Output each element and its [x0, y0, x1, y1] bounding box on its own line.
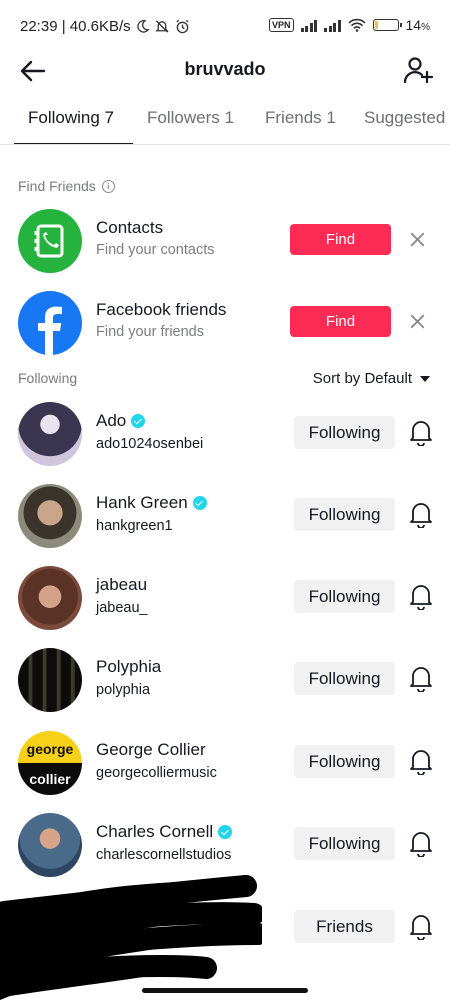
user-name: George Collier — [96, 740, 206, 760]
signal-icon-2 — [324, 19, 341, 32]
sort-label: Sort by Default — [312, 370, 412, 387]
bell-icon[interactable] — [408, 912, 434, 940]
following-button[interactable]: Following — [294, 416, 395, 449]
friends-button[interactable]: Friends — [294, 910, 395, 943]
user-name-text: Charles Cornell — [96, 822, 214, 841]
verified-badge-icon — [192, 496, 207, 510]
user-name: Ado — [96, 411, 146, 431]
mute-icon — [154, 20, 169, 33]
find-friends-text: Find Friends — [18, 178, 96, 194]
user-name: Charles Cornell — [96, 822, 233, 842]
avatar[interactable] — [18, 648, 82, 712]
user-name: Hank Green — [96, 493, 207, 513]
avatar[interactable]: george collier — [18, 731, 82, 795]
top-header: bruvvado — [0, 52, 450, 88]
contacts-icon — [18, 209, 82, 273]
verified-badge-icon — [131, 414, 146, 428]
bell-icon[interactable] — [408, 747, 434, 775]
user-handle: georgecolliermusic — [96, 765, 217, 781]
status-right: VPN 14% — [269, 17, 430, 33]
caret-down-icon — [420, 375, 430, 382]
find-friends-label: Find Friends i — [18, 178, 115, 194]
following-button[interactable]: Following — [294, 745, 395, 778]
user-handle: charlescornellstudios — [96, 847, 232, 863]
facebook-subtitle: Find your friends — [96, 324, 204, 340]
following-row-polyphia[interactable]: Polyphia polyphia Following — [0, 645, 450, 715]
user-name: Polyphia — [96, 657, 161, 677]
battery-fill — [374, 21, 378, 29]
add-user-icon[interactable] — [402, 54, 434, 86]
following-button[interactable]: Following — [294, 662, 395, 695]
user-name-text: jabeau — [96, 575, 148, 594]
close-icon[interactable] — [408, 230, 427, 249]
tab-followers[interactable]: Followers 1 — [147, 108, 234, 128]
user-handle: hankgreen1 — [96, 518, 173, 534]
following-button[interactable]: Following — [294, 827, 395, 860]
avatar-text-top: george — [26, 741, 74, 757]
following-row-ado[interactable]: Ado ado1024osenbei Following — [0, 399, 450, 469]
bell-icon[interactable] — [408, 829, 434, 857]
verified-badge-icon — [218, 825, 233, 839]
find-facebook-row[interactable]: Facebook friends Find your friends Find — [0, 288, 450, 358]
battery-percent-unit: % — [421, 22, 430, 33]
home-indicator[interactable] — [142, 988, 308, 993]
avatar[interactable] — [18, 402, 82, 466]
user-name: jabeau — [96, 575, 147, 595]
user-name-text: George Collier — [96, 740, 206, 759]
page-title: bruvvado — [184, 59, 266, 79]
following-row-charles-cornell[interactable]: Charles Cornell charlescornellstudios Fo… — [0, 810, 450, 880]
user-name-text: Polyphia — [96, 657, 162, 676]
tab-friends[interactable]: Friends 1 — [265, 108, 336, 128]
find-facebook-button[interactable]: Find — [290, 306, 391, 337]
user-name-text: Ado — [96, 411, 127, 430]
find-contacts-row[interactable]: Contacts Find your contacts Find — [0, 206, 450, 276]
user-handle: ado1024osenbei — [96, 436, 204, 452]
sort-dropdown[interactable]: Sort by Default — [313, 370, 430, 387]
redaction-scribble — [0, 875, 262, 1000]
following-section-label: Following — [18, 370, 78, 386]
active-tab-indicator — [14, 142, 133, 144]
alarm-icon — [176, 19, 189, 34]
bell-icon[interactable] — [408, 664, 434, 692]
user-handle: polyphia — [96, 682, 151, 698]
avatar-text-bottom: collier — [29, 771, 71, 787]
vpn-badge: VPN — [269, 18, 294, 32]
close-icon[interactable] — [408, 312, 427, 331]
facebook-title: Facebook friends — [96, 300, 227, 319]
battery-percent: 14% — [406, 17, 430, 33]
user-handle: jabeau_ — [96, 600, 148, 616]
tab-bar: Following 7 Followers 1 Friends 1 Sugges… — [0, 96, 450, 145]
contacts-subtitle: Find your contacts — [96, 242, 215, 258]
battery-icon — [372, 19, 402, 31]
following-row-jabeau[interactable]: jabeau jabeau_ Following — [0, 563, 450, 633]
following-row-hank-green[interactable]: Hank Green hankgreen1 Following — [0, 481, 450, 551]
status-time: 22:39 | 40.6KB/s — [20, 18, 131, 35]
status-bar: 22:39 | 40.6KB/s VPN 14% — [0, 0, 450, 52]
signal-icon — [300, 19, 318, 32]
avatar[interactable] — [18, 813, 82, 877]
bell-icon[interactable] — [408, 582, 434, 610]
battery-percent-value: 14 — [405, 17, 422, 33]
contacts-title: Contacts — [96, 218, 164, 237]
following-row-george-collier[interactable]: george collier George Collier georgecoll… — [0, 728, 450, 798]
following-button[interactable]: Following — [294, 580, 395, 613]
avatar[interactable] — [18, 566, 82, 630]
avatar[interactable] — [18, 484, 82, 548]
moon-icon — [136, 20, 149, 33]
facebook-icon — [18, 291, 82, 355]
tab-suggested[interactable]: Suggested — [364, 108, 445, 128]
bell-icon[interactable] — [408, 500, 434, 528]
user-name-text: Hank Green — [96, 493, 188, 512]
following-button[interactable]: Following — [294, 498, 395, 531]
info-icon[interactable]: i — [101, 179, 115, 193]
status-left: 22:39 | 40.6KB/s — [20, 18, 190, 35]
wifi-icon — [347, 18, 366, 32]
find-contacts-button[interactable]: Find — [290, 224, 391, 255]
tab-following[interactable]: Following 7 — [28, 108, 114, 128]
bell-icon[interactable] — [408, 418, 434, 446]
